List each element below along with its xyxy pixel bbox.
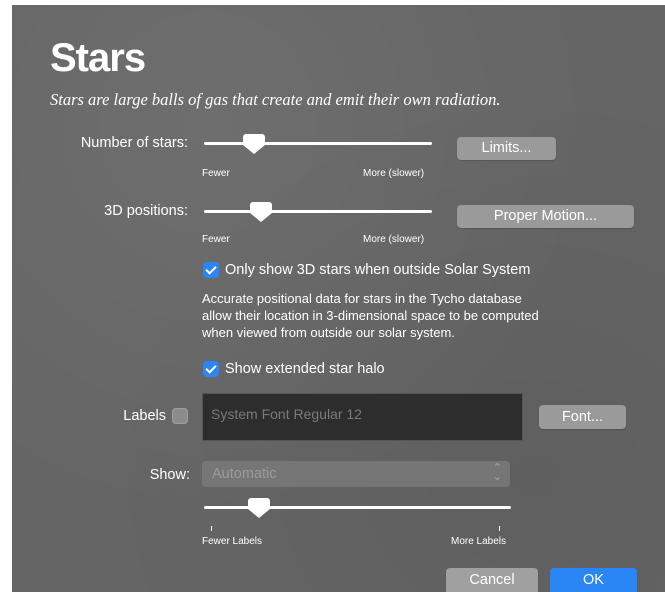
description-line: when viewed from outside our solar syste… (202, 325, 455, 340)
label-density-slider[interactable] (204, 498, 511, 521)
3d-positions-slider[interactable] (204, 202, 432, 225)
font-preview-field: System Font Regular 12 (202, 393, 523, 441)
label-density-min-label: Fewer Labels (202, 536, 263, 547)
number-of-stars-min-label: Fewer (202, 168, 230, 179)
description-line: allow their location in 3-dimensional sp… (202, 308, 539, 323)
stars-settings-panel: Stars Stars are large balls of gas that … (12, 5, 665, 592)
number-of-stars-slider[interactable] (204, 134, 432, 157)
description-text: Accurate positional data for stars in th… (202, 290, 622, 341)
page-title: Stars (50, 36, 146, 80)
extended-halo-label: Show extended star halo (225, 361, 385, 377)
font-button[interactable]: Font... (539, 405, 626, 429)
show-label: Show: (149, 467, 190, 483)
chevron-updown-icon: ⌃ ⌄ (492, 462, 502, 483)
number-of-stars-label: Number of stars: (80, 135, 188, 151)
font-preview-text: System Font Regular 12 (211, 406, 362, 422)
slider-track (204, 210, 432, 213)
show-select[interactable]: Automatic ⌃ ⌄ (202, 461, 510, 487)
show-select-value: Automatic (212, 466, 277, 482)
3d-positions-max-label: More (slower) (363, 234, 425, 245)
proper-motion-button[interactable]: Proper Motion... (457, 205, 634, 228)
number-of-stars-max-label: More (slower) (363, 168, 425, 179)
only-3d-outside-checkbox[interactable] (203, 262, 219, 278)
slider-track (204, 142, 432, 145)
3d-positions-min-label: Fewer (202, 234, 230, 245)
extended-halo-checkbox[interactable] (203, 361, 219, 377)
labels-checkbox[interactable] (172, 408, 188, 424)
limits-button[interactable]: Limits... (457, 137, 556, 160)
page-subtitle: Stars are large balls of gas that create… (50, 90, 501, 109)
label-density-max-label: More Labels (451, 536, 507, 547)
description-line: Accurate positional data for stars in th… (202, 291, 522, 306)
labels-label: Labels (123, 408, 166, 424)
slider-tick (499, 526, 500, 531)
only-3d-outside-label: Only show 3D stars when outside Solar Sy… (225, 262, 531, 278)
3d-positions-label: 3D positions: (104, 203, 188, 219)
ok-button[interactable]: OK (550, 568, 637, 592)
slider-tick (211, 526, 212, 531)
cancel-button[interactable]: Cancel (446, 568, 538, 592)
